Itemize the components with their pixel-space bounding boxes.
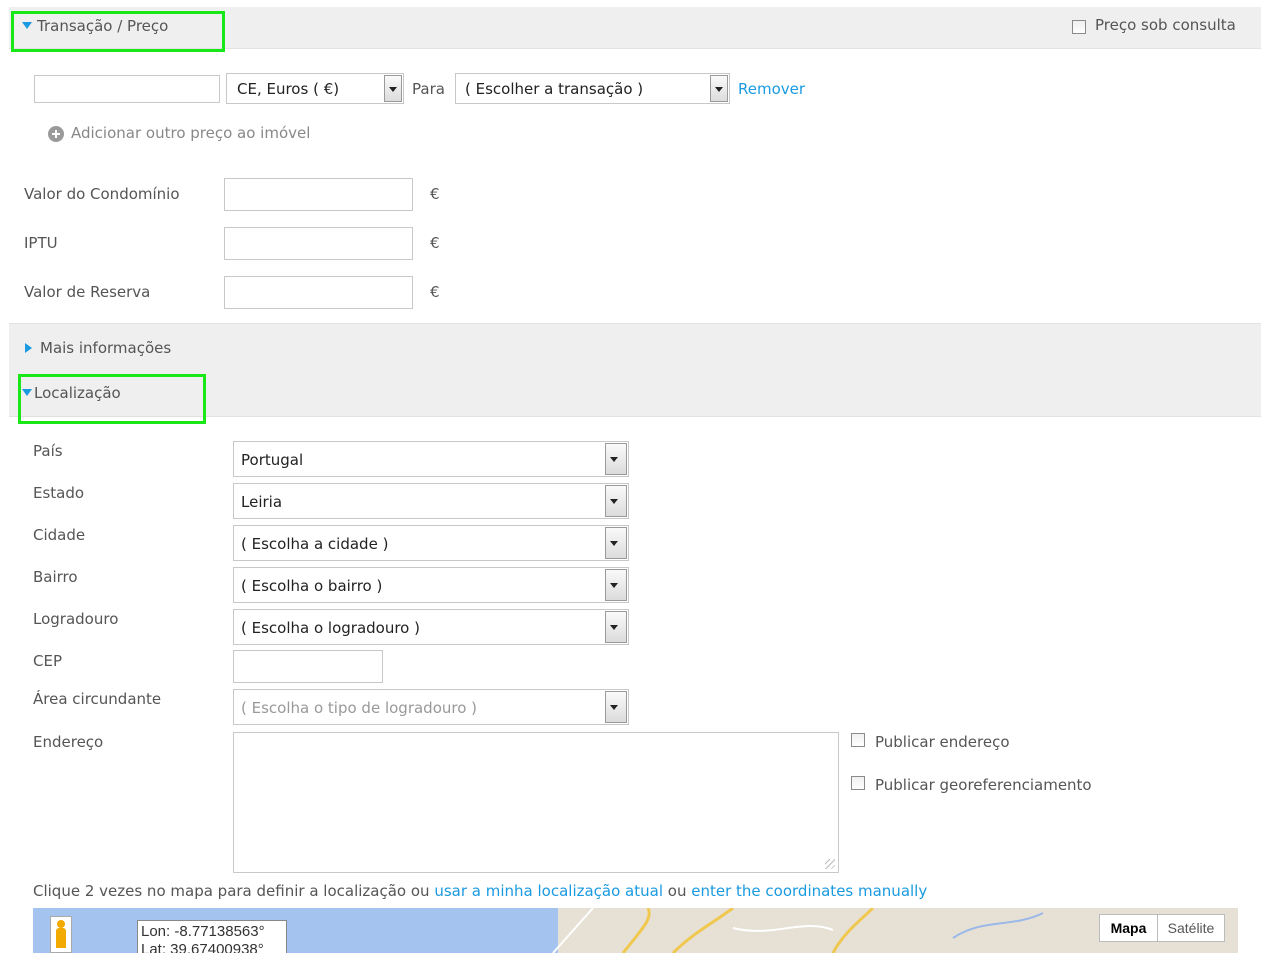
highlight-box bbox=[18, 374, 206, 424]
collapse-arrow-icon bbox=[25, 342, 32, 353]
publish-address-checkbox[interactable] bbox=[851, 733, 865, 747]
publish-address-label: Publicar endereço bbox=[875, 733, 1010, 751]
state-select-value: Leiria bbox=[241, 493, 283, 511]
city-select-value: ( Escolha a cidade ) bbox=[241, 535, 389, 553]
add-price-label: Adicionar outro preço ao imóvel bbox=[71, 124, 311, 142]
manual-coords-link[interactable]: enter the coordinates manually bbox=[691, 882, 927, 900]
transaction-select-value: ( Escolher a transação ) bbox=[465, 80, 644, 98]
city-select[interactable]: ( Escolha a cidade ) bbox=[233, 525, 629, 561]
state-select[interactable]: Leiria bbox=[233, 483, 629, 519]
plus-circle-icon bbox=[48, 126, 64, 142]
country-select[interactable]: Portugal bbox=[233, 441, 629, 477]
street-view-pegman-icon[interactable] bbox=[50, 916, 72, 953]
zip-label: CEP bbox=[33, 652, 62, 670]
resize-grip-icon[interactable] bbox=[825, 859, 835, 869]
reserve-value-unit: € bbox=[430, 283, 440, 301]
para-label: Para bbox=[412, 80, 445, 98]
map-type-map-button[interactable]: Mapa bbox=[1099, 914, 1158, 942]
map-hint: Clique 2 vezes no mapa para definir a lo… bbox=[33, 882, 927, 900]
or-text: ou bbox=[667, 882, 687, 900]
iptu-unit: € bbox=[430, 234, 440, 252]
transaction-select[interactable]: ( Escolher a transação ) bbox=[455, 73, 730, 104]
longitude-text: Lon: -8.77138563° bbox=[141, 923, 265, 940]
chevron-down-icon[interactable] bbox=[384, 75, 402, 102]
map-hint-text: Clique 2 vezes no mapa para definir a lo… bbox=[33, 882, 430, 900]
location-map[interactable]: Lon: -8.77138563° Lat: 39.67400938° Mapa… bbox=[33, 908, 1238, 953]
street-select[interactable]: ( Escolha o logradouro ) bbox=[233, 609, 629, 645]
currency-select[interactable]: CE, Euros ( €) bbox=[226, 73, 404, 104]
country-select-value: Portugal bbox=[241, 451, 304, 469]
surrounding-area-select-value: ( Escolha o tipo de logradouro ) bbox=[241, 699, 478, 717]
currency-select-value: CE, Euros ( €) bbox=[237, 80, 340, 98]
price-on-request-label: Preço sob consulta bbox=[1095, 16, 1236, 34]
surrounding-area-label: Área circundante bbox=[33, 690, 162, 708]
chevron-down-icon[interactable] bbox=[605, 485, 627, 517]
address-textarea[interactable] bbox=[233, 732, 839, 873]
iptu-label: IPTU bbox=[24, 234, 58, 252]
price-on-request-checkbox[interactable] bbox=[1072, 20, 1086, 34]
chevron-down-icon[interactable] bbox=[605, 569, 627, 601]
condo-fee-label: Valor do Condomínio bbox=[24, 185, 180, 203]
publish-geo-checkbox[interactable] bbox=[851, 776, 865, 790]
highlight-box bbox=[11, 11, 225, 52]
map-type-satellite-button[interactable]: Satélite bbox=[1157, 914, 1225, 942]
map-roads bbox=[552, 908, 1044, 953]
publish-geo-label: Publicar georeferenciamento bbox=[875, 776, 1092, 794]
condo-fee-unit: € bbox=[430, 185, 440, 203]
chevron-down-icon[interactable] bbox=[605, 691, 627, 723]
price-input[interactable] bbox=[34, 75, 220, 103]
address-label: Endereço bbox=[33, 733, 104, 751]
latitude-text: Lat: 39.67400938° bbox=[141, 941, 264, 953]
more-info-section-toggle[interactable]: Mais informações bbox=[25, 339, 171, 357]
neighborhood-select[interactable]: ( Escolha o bairro ) bbox=[233, 567, 629, 603]
street-select-value: ( Escolha o logradouro ) bbox=[241, 619, 420, 637]
remove-price-link[interactable]: Remover bbox=[738, 80, 805, 98]
country-label: País bbox=[33, 442, 63, 460]
surrounding-area-select[interactable]: ( Escolha o tipo de logradouro ) bbox=[233, 689, 629, 725]
neighborhood-label: Bairro bbox=[33, 568, 78, 586]
reserve-value-input[interactable] bbox=[224, 276, 413, 309]
neighborhood-select-value: ( Escolha o bairro ) bbox=[241, 577, 383, 595]
chevron-down-icon[interactable] bbox=[605, 527, 627, 559]
condo-fee-input[interactable] bbox=[224, 178, 413, 211]
chevron-down-icon[interactable] bbox=[605, 443, 627, 475]
use-location-link[interactable]: usar a minha localização atual bbox=[434, 882, 663, 900]
iptu-input[interactable] bbox=[224, 227, 413, 260]
more-info-section-header[interactable]: Mais informações bbox=[9, 323, 1261, 372]
street-label: Logradouro bbox=[33, 610, 119, 628]
chevron-down-icon[interactable] bbox=[605, 611, 627, 643]
coordinates-box: Lon: -8.77138563° Lat: 39.67400938° bbox=[137, 920, 287, 953]
reserve-value-label: Valor de Reserva bbox=[24, 283, 151, 301]
map-water-area bbox=[33, 908, 558, 953]
more-info-section-title: Mais informações bbox=[40, 339, 172, 357]
chevron-down-icon[interactable] bbox=[710, 75, 728, 102]
state-label: Estado bbox=[33, 484, 85, 502]
zip-input[interactable] bbox=[233, 650, 383, 683]
city-label: Cidade bbox=[33, 526, 86, 544]
